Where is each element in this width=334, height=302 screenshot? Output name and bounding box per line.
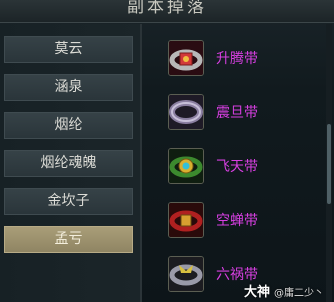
belt-icon	[168, 256, 204, 292]
drop-item-label: 空蝉带	[216, 213, 258, 229]
belt-icon	[168, 94, 204, 130]
drop-list: 升腾带 震旦带 飞天带 空蝉带 六祸带	[160, 30, 320, 302]
drop-item[interactable]: 升腾带	[160, 40, 320, 80]
watermark-brand: 大神	[243, 285, 270, 300]
tab-yanlun-soul[interactable]: 烟纶魂魄	[4, 150, 133, 177]
column-divider	[140, 24, 142, 302]
tab-moyun[interactable]: 莫云	[4, 36, 133, 63]
scroll-thumb[interactable]	[327, 124, 331, 204]
watermark-user: @庸二少丶	[274, 288, 324, 299]
drop-item[interactable]: 空蝉带	[160, 202, 320, 242]
belt-icon	[168, 202, 204, 238]
drop-list-scrollbar[interactable]	[326, 24, 332, 302]
tab-mengkui[interactable]: 孟亏	[4, 226, 133, 253]
belt-icon	[168, 148, 204, 184]
drop-item-label: 震旦带	[216, 105, 258, 121]
drop-item[interactable]: 震旦带	[160, 94, 320, 134]
tab-yanlun[interactable]: 烟纶	[4, 112, 133, 139]
drop-item-label: 升腾带	[216, 51, 258, 67]
tab-jinkanzi[interactable]: 金坎子	[4, 188, 133, 215]
tab-hanquan[interactable]: 涵泉	[4, 74, 133, 101]
belt-icon	[168, 40, 204, 76]
loot-panel: 副本掉落 莫云 涵泉 烟纶 烟纶魂魄 金坎子 孟亏 升腾带 震旦带 飞天带 空蝉…	[0, 0, 334, 302]
drop-item-label: 飞天带	[216, 159, 258, 175]
drop-item[interactable]: 飞天带	[160, 148, 320, 188]
title-bar: 副本掉落	[0, 0, 334, 23]
window-title: 副本掉落	[127, 0, 207, 17]
watermark: 大神 @庸二少丶	[244, 281, 324, 300]
